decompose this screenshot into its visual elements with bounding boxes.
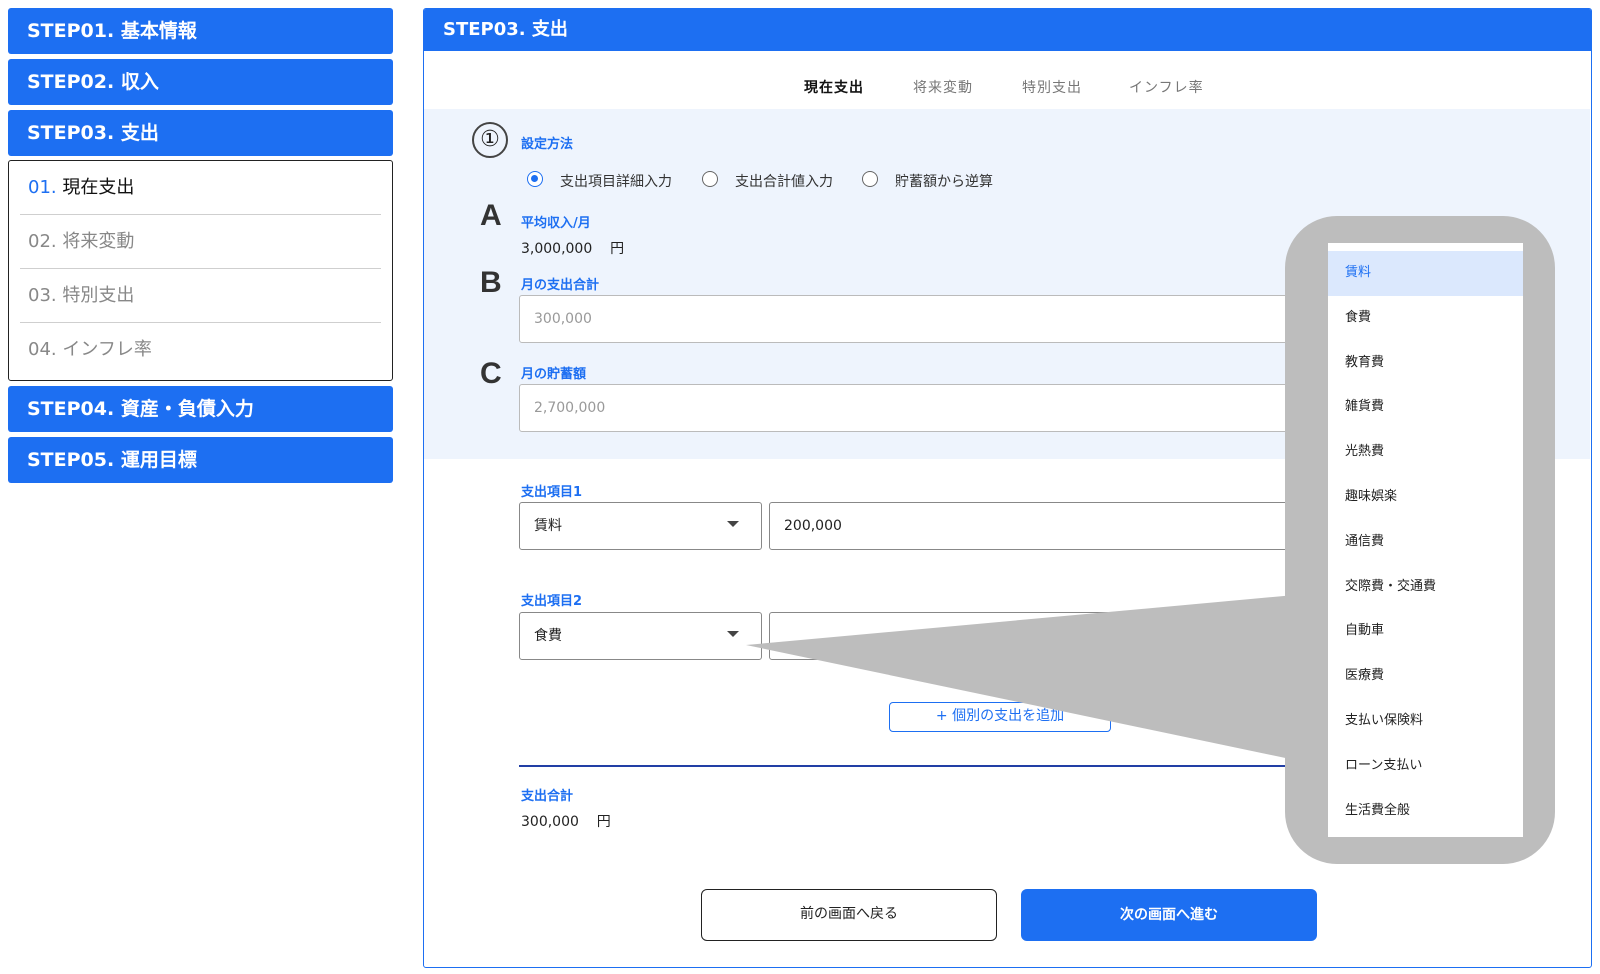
dropdown-option[interactable]: 医療費 [1328,654,1523,699]
dropdown-option[interactable]: 賃料 [1328,251,1523,296]
dropdown-option[interactable]: 生活費全般 [1328,789,1523,834]
dropdown-option[interactable]: 自動車 [1328,609,1523,654]
dropdown-option[interactable]: 交際費・交通費 [1328,565,1523,610]
category-dropdown-menu: 賃料 食費 教育費 雑貨費 光熱費 趣味娯楽 通信費 交際費・交通費 自動車 医… [1328,243,1523,837]
dropdown-option[interactable]: 通信費 [1328,520,1523,565]
dropdown-option[interactable]: 雑貨費 [1328,385,1523,430]
dropdown-option[interactable]: 教育費 [1328,341,1523,386]
dropdown-option[interactable]: 食費 [1328,296,1523,341]
dropdown-option[interactable]: 光熱費 [1328,430,1523,475]
dropdown-option[interactable]: ローン支払い [1328,744,1523,789]
dropdown-option[interactable]: 趣味娯楽 [1328,475,1523,520]
dropdown-option[interactable]: 支払い保険料 [1328,699,1523,744]
